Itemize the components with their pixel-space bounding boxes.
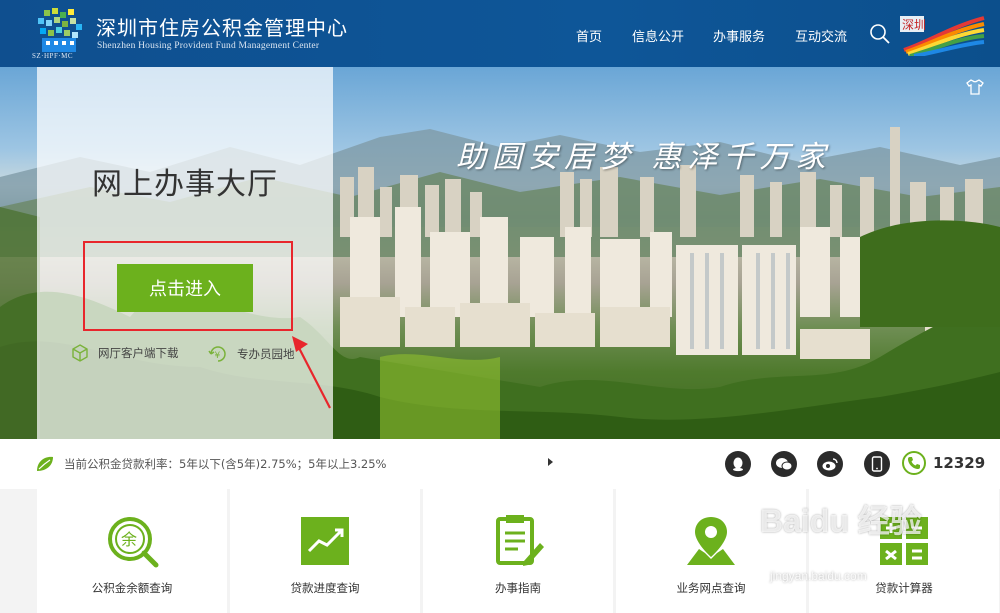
- trend-chart-icon: [301, 517, 349, 565]
- svg-text:¥: ¥: [215, 351, 221, 361]
- map-pin-icon: [687, 517, 735, 565]
- agent-area-link[interactable]: ¥ 专办员园地: [207, 343, 295, 365]
- annotation-arrow: [292, 336, 331, 409]
- nav-info-disclosure[interactable]: 信息公开: [632, 26, 684, 45]
- tile-service-guide[interactable]: 办事指南: [423, 489, 613, 613]
- tile-balance-query[interactable]: 余 公积金余额查询: [37, 489, 227, 613]
- watermark-sub: jingyan.baidu.com: [770, 569, 867, 583]
- wechat-icon[interactable]: [771, 451, 797, 477]
- loan-rate-notice[interactable]: 当前公积金贷款利率：5年以下(含5年)2.75%；5年以上3.25%: [64, 456, 387, 472]
- hero-banner: 助圆安居梦 惠泽千万家 网上办事大厅 点击进入 网厅客户端下载 ¥ 专办员园地: [0, 67, 1000, 439]
- qq-icon[interactable]: [725, 451, 751, 477]
- leaf-icon: [37, 456, 53, 471]
- agent-area-label: 专办员园地: [237, 347, 295, 361]
- weibo-icon[interactable]: [817, 451, 843, 477]
- mobile-phone-icon[interactable]: [864, 451, 890, 477]
- hotline-number: 12329: [933, 454, 986, 472]
- shenzhen-city-badge-logo[interactable]: 深圳: [898, 12, 986, 58]
- nav-interaction[interactable]: 互动交流: [795, 26, 847, 45]
- coin-icon: ¥: [208, 346, 226, 362]
- svg-text:深圳: 深圳: [902, 18, 926, 32]
- logo-caption: SZ·HPF·MC: [32, 52, 74, 60]
- hotline-phone-icon: [902, 451, 926, 475]
- hero-slogan: 助圆安居梦 惠泽千万家: [456, 140, 832, 175]
- nav-home[interactable]: 首页: [576, 26, 602, 45]
- next-notice-arrow-icon[interactable]: [548, 458, 553, 466]
- highlight-box: [83, 241, 293, 331]
- tile-loan-progress[interactable]: 贷款进度查询: [230, 489, 420, 613]
- site-title[interactable]: 深圳市住房公积金管理中心: [96, 12, 348, 41]
- info-strip: 当前公积金贷款利率：5年以下(含5年)2.75%；5年以上3.25% 12329: [0, 439, 1000, 489]
- tile-label: 公积金余额查询: [91, 581, 173, 595]
- watermark-main: Baidu 经验: [760, 503, 922, 539]
- svg-text:余: 余: [121, 530, 137, 549]
- search-icon[interactable]: [869, 23, 891, 45]
- site-subtitle: Shenzhen Housing Provident Fund Manageme…: [97, 41, 320, 51]
- site-header: SZ·HPF·MC 深圳市住房公积金管理中心 Shenzhen Housing …: [0, 0, 1000, 67]
- skin-shirt-icon[interactable]: [966, 79, 984, 95]
- package-icon: [72, 344, 88, 362]
- client-download-label: 网厅客户端下载: [98, 346, 179, 360]
- nav-services[interactable]: 办事服务: [713, 26, 765, 45]
- tile-label: 办事指南: [495, 581, 541, 595]
- client-download-link[interactable]: 网厅客户端下载: [70, 343, 179, 363]
- balance-search-icon: 余: [108, 517, 159, 568]
- panel-title: 网上办事大厅: [92, 167, 278, 202]
- tile-label: 贷款进度查询: [290, 581, 360, 595]
- guide-document-icon: [496, 515, 544, 566]
